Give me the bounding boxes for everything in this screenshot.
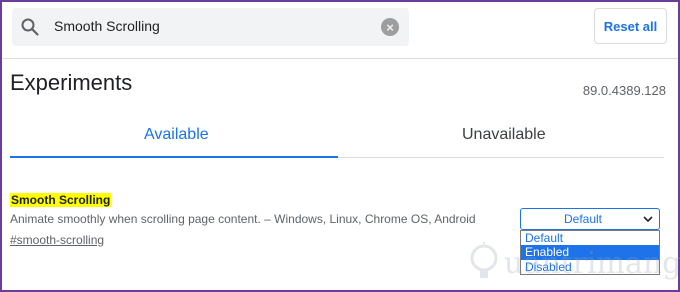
select-dropdown: Default Enabled Disabled (520, 230, 660, 275)
option-default[interactable]: Default (521, 231, 659, 246)
reset-all-button[interactable]: Reset all (594, 8, 667, 44)
select-value: Default (563, 212, 603, 226)
tab-available[interactable]: Available (144, 126, 209, 144)
experiment-link[interactable]: #smooth-scrolling (10, 233, 104, 247)
option-disabled[interactable]: Disabled (521, 260, 659, 275)
page-title: Experiments (10, 70, 133, 95)
tab-unavailable[interactable]: Unavailable (462, 126, 546, 144)
experiment-title: Smooth Scrolling (10, 193, 112, 207)
search-box[interactable]: Smooth Scrolling × (12, 8, 409, 46)
version-label: 89.0.4389.128 (582, 83, 666, 98)
search-icon (21, 18, 39, 36)
experiment-description: Animate smoothly when scrolling page con… (10, 212, 476, 226)
header-divider (2, 58, 678, 59)
active-tab-indicator (10, 156, 338, 158)
search-input[interactable]: Smooth Scrolling (54, 18, 160, 34)
experiment-select[interactable]: Default (520, 208, 660, 230)
header: Smooth Scrolling × Reset all (2, 2, 678, 60)
close-icon[interactable]: × (381, 18, 399, 36)
option-enabled[interactable]: Enabled (521, 245, 659, 260)
chevron-down-icon (643, 216, 653, 223)
